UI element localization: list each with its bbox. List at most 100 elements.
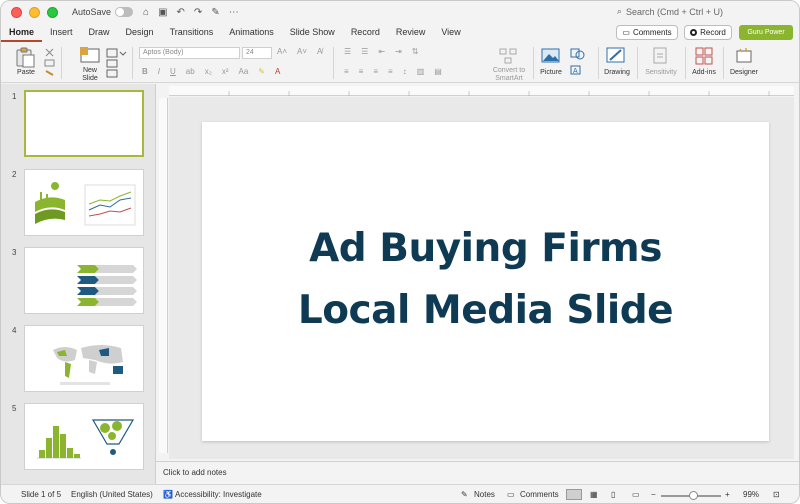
picture-label: Picture (540, 69, 562, 76)
autosave: AutoSave (72, 7, 134, 17)
accessibility-icon: ♿ (163, 490, 173, 499)
comments-toggle[interactable]: Comments (520, 490, 559, 499)
reading-view-icon[interactable]: ▯ (611, 490, 615, 499)
smartart-icon[interactable] (498, 47, 518, 65)
picture-icon[interactable] (540, 46, 562, 66)
subscript-icon[interactable]: x₂ (205, 67, 212, 76)
sensitivity-icon[interactable] (651, 46, 669, 66)
slide-5-preview (37, 419, 135, 459)
notes-placeholder: Click to add notes (163, 468, 227, 477)
slide-title-line-2: Local Media Slide (297, 288, 674, 333)
clear-format-icon[interactable]: A̸ (317, 47, 322, 56)
slide-thumbnail-3[interactable] (24, 247, 144, 314)
tab-review[interactable]: Review (388, 24, 434, 42)
guru-power-button[interactable]: Guru Power (739, 25, 793, 40)
text-direction-icon[interactable]: ⇅ (412, 47, 419, 56)
redo-icon[interactable]: ↷ (194, 7, 202, 18)
align-right-icon[interactable]: ≡ (373, 67, 378, 76)
more-icon[interactable]: ⋯ (229, 7, 239, 18)
font-name-field[interactable]: Aptos (Body) (139, 47, 240, 59)
slide-4-preview (53, 345, 123, 385)
slide-thumbnail-4[interactable] (24, 325, 144, 392)
clipboard-tools-icon[interactable] (43, 47, 57, 77)
line-spacing-icon[interactable]: ↕ (403, 67, 407, 76)
font-size-field[interactable]: 24 (242, 47, 272, 59)
shapes-icon[interactable]: A (568, 46, 588, 78)
tab-design[interactable]: Design (118, 24, 162, 42)
drawing-icon[interactable] (605, 46, 627, 66)
record-button[interactable]: Record (684, 25, 732, 40)
quick-access-toolbar: ⌂ ▣ ↶ ↷ ✎ ⋯ (143, 7, 239, 18)
save-icon[interactable]: ▣ (158, 7, 167, 18)
paste-icon[interactable] (14, 46, 36, 68)
slide-thumbnail-5[interactable] (24, 403, 144, 470)
designer-icon[interactable] (734, 46, 754, 66)
current-slide[interactable]: Ad Buying Firms Local Media Slide (202, 122, 769, 441)
bullets-icon[interactable]: ☰ (344, 47, 351, 56)
zoom-out-icon[interactable]: − (651, 490, 656, 499)
autosave-toggle[interactable] (115, 7, 134, 17)
grow-font-icon[interactable]: A˄ (277, 47, 287, 56)
strikethrough-icon[interactable]: ab (186, 67, 195, 76)
bold-icon[interactable]: B (142, 67, 148, 76)
tab-insert[interactable]: Insert (42, 24, 81, 42)
search-icon: ⌕ (616, 6, 622, 16)
ribbon: Paste New Slide Aptos (Body) 24 A˄ A˅ A̸… (1, 43, 799, 83)
comment-icon: ▭ (622, 28, 630, 37)
slide-thumbnail-pane: 1 2 3 4 5 (1, 84, 156, 484)
shrink-font-icon[interactable]: A˅ (297, 47, 307, 56)
comments-button[interactable]: ▭ Comments (616, 25, 678, 40)
search-box[interactable]: ⌕ Search (Cmd + Ctrl + U) (617, 6, 723, 17)
numbering-icon[interactable]: ☰ (361, 47, 368, 56)
tab-draw[interactable]: Draw (81, 24, 118, 42)
layout-icon[interactable] (105, 47, 127, 79)
home-icon[interactable]: ⌂ (143, 7, 149, 18)
new-slide-label: New Slide (82, 67, 98, 82)
undo-icon[interactable]: ↶ (177, 7, 185, 18)
language-status[interactable]: English (United States) (71, 490, 153, 499)
accessibility-status[interactable]: Accessibility: Investigate (175, 490, 262, 499)
zoom-in-icon[interactable]: + (725, 490, 730, 499)
zoom-window-button[interactable] (47, 6, 58, 18)
font-color-icon[interactable]: A (275, 67, 280, 76)
underline-icon[interactable]: U (170, 67, 176, 76)
powerpoint-window: AutoSave ⌂ ▣ ↶ ↷ ✎ ⋯ ⌕ Search (Cmd + Ctr… (0, 0, 800, 504)
normal-view-icon[interactable] (566, 489, 582, 500)
notes-pane[interactable]: Click to add notes (156, 461, 799, 483)
slide-thumbnail-1[interactable] (24, 90, 144, 157)
slide-counter: Slide 1 of 5 (21, 490, 62, 499)
align-text-icon[interactable]: ▤ (434, 67, 442, 76)
minimize-window-button[interactable] (29, 6, 40, 18)
tab-slide-show[interactable]: Slide Show (282, 24, 343, 42)
justify-icon[interactable]: ≡ (388, 67, 393, 76)
tab-home[interactable]: Home (1, 24, 43, 42)
tab-view[interactable]: View (433, 24, 468, 42)
tab-record[interactable]: Record (343, 24, 388, 42)
fit-slide-icon[interactable]: ⊡ (773, 490, 780, 499)
highlight-icon[interactable]: ✎ (258, 67, 265, 76)
italic-icon[interactable]: I (158, 67, 160, 76)
increase-indent-icon[interactable]: ⇥ (395, 47, 402, 56)
add-ins-icon[interactable] (694, 46, 714, 66)
align-left-icon[interactable]: ≡ (344, 67, 349, 76)
align-center-icon[interactable]: ≡ (359, 67, 364, 76)
tab-animations[interactable]: Animations (221, 24, 282, 42)
new-slide-icon[interactable] (79, 46, 101, 66)
slide-3-preview (77, 265, 137, 306)
close-window-button[interactable] (11, 6, 22, 18)
slide-sorter-icon[interactable]: ▦ (590, 490, 598, 499)
zoom-level[interactable]: 99% (743, 490, 759, 499)
thumbnail-number: 4 (12, 326, 17, 335)
zoom-slider-handle[interactable] (689, 491, 698, 500)
notes-toggle[interactable]: Notes (474, 490, 495, 499)
slide-title[interactable]: Ad Buying Firms Local Media Slide (202, 218, 769, 342)
thumbnail-number: 3 (12, 248, 17, 257)
decrease-indent-icon[interactable]: ⇤ (378, 47, 385, 56)
columns-icon[interactable]: ▥ (417, 67, 425, 76)
tab-transitions[interactable]: Transitions (162, 24, 222, 42)
format-painter-icon[interactable]: ✎ (211, 7, 219, 18)
slide-thumbnail-2[interactable] (24, 169, 144, 236)
change-case-icon[interactable]: Aa (238, 67, 248, 76)
superscript-icon[interactable]: x² (222, 67, 229, 76)
slideshow-icon[interactable]: ▭ (632, 490, 640, 499)
